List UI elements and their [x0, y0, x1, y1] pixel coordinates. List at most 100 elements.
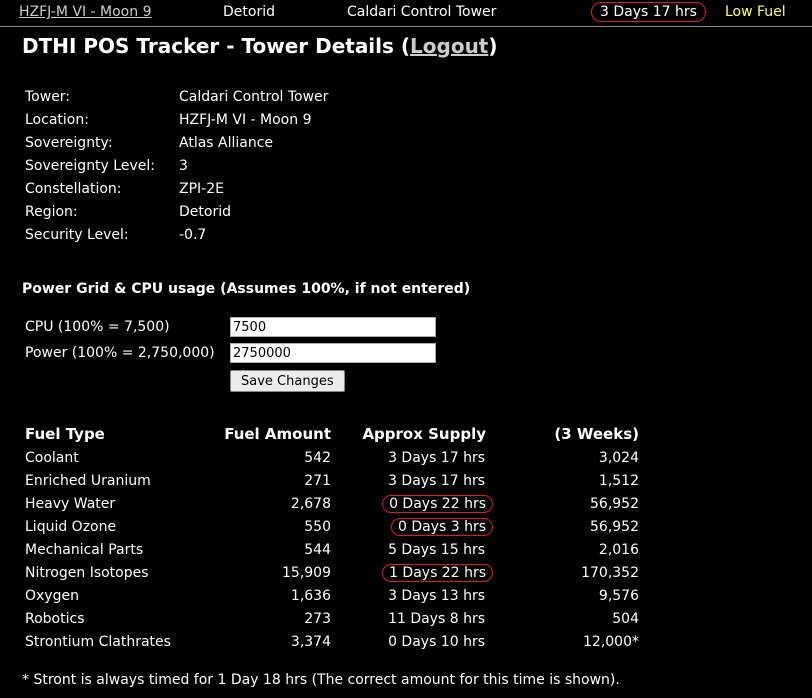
top-status-bar: HZFJ-M VI - Moon 9 Detorid Caldari Contr…: [0, 0, 812, 26]
fuel-row: Mechanical Parts 544 5 Days 15 hrs 2,016: [23, 538, 639, 561]
fuel-row: Coolant 542 3 Days 17 hrs 3,024: [23, 446, 639, 469]
region-text: Detorid: [223, 4, 275, 20]
fuel-amount: 271: [304, 472, 331, 489]
info-value: -0.7: [179, 226, 207, 243]
fuel-supply: 11 Days 8 hrs: [388, 610, 485, 627]
fuel-type: Strontium Clathrates: [25, 633, 171, 650]
fuel-amount: 1,636: [290, 587, 331, 604]
tower-info-list: Tower: Caldari Control Tower Location: HZFJ…: [25, 85, 328, 246]
power-input[interactable]: [230, 343, 436, 363]
time-remaining-badge: 3 Days 17 hrs: [591, 2, 706, 22]
info-value: HZFJ-M VI - Moon 9: [179, 111, 312, 128]
fuel-amount: 550: [304, 518, 331, 535]
col-fuel-type: Fuel Type: [25, 425, 105, 443]
cpu-label: CPU (100% = 7,500): [25, 319, 170, 335]
fuel-supply-cell: 0 Days 22 hrs: [331, 492, 493, 515]
fuel-type: Oxygen: [25, 587, 79, 604]
fuel-amount: 2,678: [290, 495, 331, 512]
fuel-row: Liquid Ozone 550 0 Days 3 hrs 56,952: [23, 515, 639, 538]
fuel-supply-cell: 11 Days 8 hrs: [331, 607, 486, 630]
info-label: Security Level:: [25, 226, 129, 243]
fuel-amount: 544: [304, 541, 331, 558]
save-changes-button[interactable]: Save Changes: [230, 370, 345, 392]
info-row: Security Level: -0.7: [25, 223, 328, 246]
fuel-type: Liquid Ozone: [25, 518, 117, 535]
fuel-amount: 3,374: [290, 633, 331, 650]
info-row: Tower: Caldari Control Tower: [25, 85, 328, 108]
usage-section-title: Power Grid & CPU usage (Assumes 100%, if…: [22, 281, 471, 297]
fuel-supply: 3 Days 17 hrs: [388, 472, 485, 489]
fuel-three-weeks: 56,952: [590, 495, 639, 512]
fuel-amount: 273: [304, 610, 331, 627]
stront-footnote: * Stront is always timed for 1 Day 18 hr…: [22, 672, 620, 688]
fuel-type: Coolant: [25, 449, 79, 466]
fuel-three-weeks: 2,016: [598, 541, 639, 558]
fuel-row: Nitrogen Isotopes 15,909 1 Days 22 hrs 170,…: [23, 561, 639, 584]
info-value: ZPI-2E: [179, 180, 224, 197]
logout-link[interactable]: Logout: [410, 34, 488, 58]
info-label: Constellation:: [25, 180, 122, 197]
fuel-row: Enriched Uranium 271 3 Days 17 hrs 1,512: [23, 469, 639, 492]
fuel-supply: 0 Days 10 hrs: [388, 633, 485, 650]
fuel-row: Heavy Water 2,678 0 Days 22 hrs 56,952: [23, 492, 639, 515]
col-approx-supply: Approx Supply: [362, 425, 486, 443]
info-value: Detorid: [179, 203, 231, 220]
fuel-supply-cell: 1 Days 22 hrs: [331, 561, 493, 584]
info-label: Sovereignty Level:: [25, 157, 155, 174]
info-label: Region:: [25, 203, 78, 220]
tower-type-text: Caldari Control Tower: [347, 4, 497, 20]
fuel-supply-cell: 0 Days 10 hrs: [331, 630, 486, 653]
fuel-type: Enriched Uranium: [25, 472, 151, 489]
fuel-table-header: Fuel Type Fuel Amount Approx Supply (3 W…: [23, 422, 639, 446]
info-label: Tower:: [25, 88, 71, 105]
fuel-three-weeks: 9,576: [598, 587, 639, 604]
fuel-supply-cell: 5 Days 15 hrs: [331, 538, 486, 561]
info-label: Sovereignty:: [25, 134, 113, 151]
low-supply-highlight: 1 Days 22 hrs: [382, 563, 493, 582]
info-row: Sovereignty Level: 3: [25, 154, 328, 177]
info-row: Location: HZFJ-M VI - Moon 9: [25, 108, 328, 131]
col-fuel-amount: Fuel Amount: [224, 425, 331, 443]
power-label: Power (100% = 2,750,000): [25, 345, 215, 361]
fuel-three-weeks: 56,952: [590, 518, 639, 535]
header-divider: [0, 26, 812, 27]
fuel-supply-cell: 0 Days 3 hrs: [331, 515, 493, 538]
info-value: Atlas Alliance: [179, 134, 274, 151]
info-row: Constellation: ZPI-2E: [25, 177, 328, 200]
page-title-text: DTHI POS Tracker - Tower Details (: [22, 34, 411, 58]
fuel-row: Strontium Clathrates 3,374 0 Days 10 hrs 12…: [23, 630, 639, 653]
fuel-row: Robotics 273 11 Days 8 hrs 504: [23, 607, 639, 630]
power-row: Power (100% = 2,750,000): [25, 343, 436, 363]
col-three-weeks: (3 Weeks): [554, 425, 639, 443]
info-value: Caldari Control Tower: [179, 88, 329, 105]
page-title: DTHI POS Tracker - Tower Details (Logout…: [22, 34, 498, 58]
fuel-amount: 542: [304, 449, 331, 466]
low-supply-highlight: 0 Days 3 hrs: [390, 517, 493, 536]
fuel-three-weeks: 1,512: [598, 472, 639, 489]
fuel-three-weeks: 504: [612, 610, 639, 627]
fuel-amount: 15,909: [282, 564, 331, 581]
fuel-type: Mechanical Parts: [25, 541, 144, 558]
fuel-row: Oxygen 1,636 3 Days 13 hrs 9,576: [23, 584, 639, 607]
fuel-three-weeks: 3,024: [598, 449, 639, 466]
info-label: Location:: [25, 111, 89, 128]
fuel-type: Heavy Water: [25, 495, 116, 512]
cpu-row: CPU (100% = 7,500): [25, 317, 436, 337]
fuel-supply-cell: 3 Days 17 hrs: [331, 446, 486, 469]
tower-location-link[interactable]: HZFJ-M VI - Moon 9: [19, 3, 151, 21]
info-row: Region: Detorid: [25, 200, 328, 223]
fuel-three-weeks: 170,352: [581, 564, 639, 581]
fuel-supply: 5 Days 15 hrs: [388, 541, 485, 558]
fuel-three-weeks: 12,000*: [583, 633, 639, 650]
fuel-type: Nitrogen Isotopes: [25, 564, 149, 581]
fuel-type: Robotics: [25, 610, 85, 627]
cpu-input[interactable]: [230, 317, 436, 337]
fuel-status-text: Low Fuel: [725, 4, 786, 20]
fuel-table: Fuel Type Fuel Amount Approx Supply (3 W…: [23, 422, 639, 653]
fuel-supply: 3 Days 17 hrs: [388, 449, 485, 466]
low-supply-highlight: 0 Days 22 hrs: [382, 494, 493, 513]
page-title-end: ): [488, 34, 498, 58]
fuel-supply-cell: 3 Days 13 hrs: [331, 584, 486, 607]
info-row: Sovereignty: Atlas Alliance: [25, 131, 328, 154]
info-value: 3: [179, 157, 188, 174]
